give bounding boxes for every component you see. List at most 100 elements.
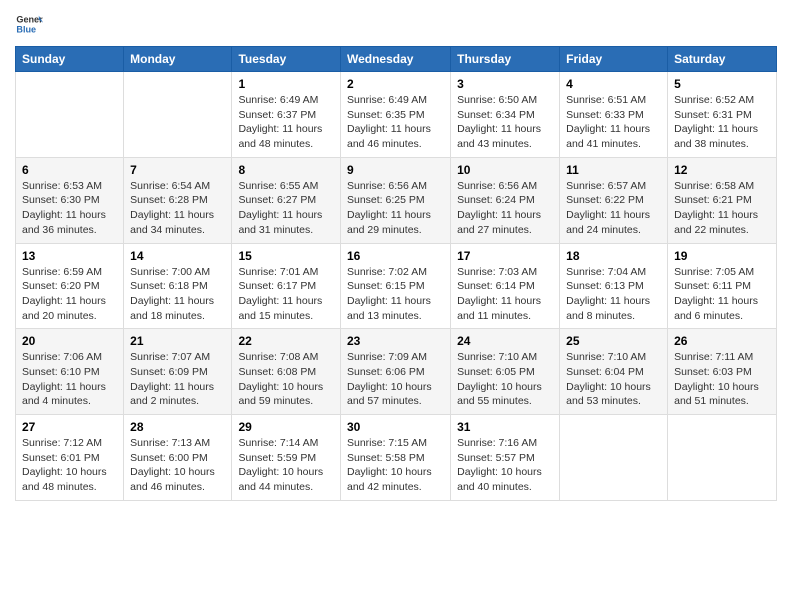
- calendar-cell: 5 Sunrise: 6:52 AM Sunset: 6:31 PM Daylig…: [668, 72, 777, 158]
- day-info: Sunrise: 7:10 AM Sunset: 6:05 PM Dayligh…: [457, 350, 553, 409]
- day-number: 15: [238, 249, 334, 263]
- column-header-sunday: Sunday: [16, 47, 124, 72]
- week-row-4: 20 Sunrise: 7:06 AM Sunset: 6:10 PM Dayli…: [16, 329, 777, 415]
- day-number: 17: [457, 249, 553, 263]
- day-info: Sunrise: 7:00 AM Sunset: 6:18 PM Dayligh…: [130, 265, 225, 324]
- day-number: 8: [238, 163, 334, 177]
- calendar-cell: 22Sunrise: 7:08 AM Sunset: 6:08 PM Dayli…: [232, 329, 341, 415]
- week-row-5: 27Sunrise: 7:12 AM Sunset: 6:01 PM Dayli…: [16, 415, 777, 501]
- day-info: Sunrise: 6:49 AM Sunset: 6:35 PM Dayligh…: [347, 93, 444, 152]
- day-info: Sunrise: 7:05 AM Sunset: 6:11 PM Dayligh…: [674, 265, 770, 324]
- day-info: Sunrise: 7:15 AM Sunset: 5:58 PM Dayligh…: [347, 436, 444, 495]
- day-number: 29: [238, 420, 334, 434]
- day-number: 16: [347, 249, 444, 263]
- day-info: Sunrise: 6:55 AM Sunset: 6:27 PM Dayligh…: [238, 179, 334, 238]
- day-info: Sunrise: 7:02 AM Sunset: 6:15 PM Dayligh…: [347, 265, 444, 324]
- day-info: Sunrise: 7:09 AM Sunset: 6:06 PM Dayligh…: [347, 350, 444, 409]
- calendar-cell: [560, 415, 668, 501]
- calendar-cell: 26 Sunrise: 7:11 AM Sunset: 6:03 PM Dayli…: [668, 329, 777, 415]
- day-number: 25: [566, 334, 661, 348]
- day-info: Sunrise: 6:57 AM Sunset: 6:22 PM Dayligh…: [566, 179, 661, 238]
- calendar-table: SundayMondayTuesdayWednesdayThursdayFrid…: [15, 46, 777, 501]
- day-info: Sunrise: 6:56 AM Sunset: 6:24 PM Dayligh…: [457, 179, 553, 238]
- day-info: Sunrise: 7:07 AM Sunset: 6:09 PM Dayligh…: [130, 350, 225, 409]
- day-info: Sunrise: 7:10 AM Sunset: 6:04 PM Dayligh…: [566, 350, 661, 409]
- day-number: 12: [674, 163, 770, 177]
- day-number: 23: [347, 334, 444, 348]
- day-number: 2: [347, 77, 444, 91]
- day-info: Sunrise: 7:12 AM Sunset: 6:01 PM Dayligh…: [22, 436, 117, 495]
- calendar-cell: 17 Sunrise: 7:03 AM Sunset: 6:14 PM Dayli…: [451, 243, 560, 329]
- calendar-cell: 15 Sunrise: 7:01 AM Sunset: 6:17 PM Dayli…: [232, 243, 341, 329]
- day-number: 14: [130, 249, 225, 263]
- logo-icon: General Blue: [15, 10, 43, 38]
- day-number: 13: [22, 249, 117, 263]
- calendar-cell: 31Sunrise: 7:16 AM Sunset: 5:57 PM Dayli…: [451, 415, 560, 501]
- day-number: 30: [347, 420, 444, 434]
- day-info: Sunrise: 7:08 AM Sunset: 6:08 PM Dayligh…: [238, 350, 334, 409]
- day-number: 28: [130, 420, 225, 434]
- column-header-friday: Friday: [560, 47, 668, 72]
- day-info: Sunrise: 6:58 AM Sunset: 6:21 PM Dayligh…: [674, 179, 770, 238]
- calendar-cell: 13Sunrise: 6:59 AM Sunset: 6:20 PM Dayli…: [16, 243, 124, 329]
- calendar-cell: 29 Sunrise: 7:14 AM Sunset: 5:59 PM Dayli…: [232, 415, 341, 501]
- day-info: Sunrise: 7:04 AM Sunset: 6:13 PM Dayligh…: [566, 265, 661, 324]
- day-info: Sunrise: 6:50 AM Sunset: 6:34 PM Dayligh…: [457, 93, 553, 152]
- day-number: 11: [566, 163, 661, 177]
- day-info: Sunrise: 6:56 AM Sunset: 6:25 PM Dayligh…: [347, 179, 444, 238]
- calendar-cell: 1Sunrise: 6:49 AM Sunset: 6:37 PM Daylig…: [232, 72, 341, 158]
- calendar-cell: 2 Sunrise: 6:49 AM Sunset: 6:35 PM Daylig…: [340, 72, 450, 158]
- calendar-cell: 6Sunrise: 6:53 AM Sunset: 6:30 PM Daylig…: [16, 157, 124, 243]
- week-row-3: 13Sunrise: 6:59 AM Sunset: 6:20 PM Dayli…: [16, 243, 777, 329]
- day-number: 21: [130, 334, 225, 348]
- day-number: 6: [22, 163, 117, 177]
- calendar-cell: 4Sunrise: 6:51 AM Sunset: 6:33 PM Daylig…: [560, 72, 668, 158]
- column-header-wednesday: Wednesday: [340, 47, 450, 72]
- logo: General Blue: [15, 10, 43, 38]
- day-info: Sunrise: 7:14 AM Sunset: 5:59 PM Dayligh…: [238, 436, 334, 495]
- column-header-saturday: Saturday: [668, 47, 777, 72]
- calendar-cell: 8 Sunrise: 6:55 AM Sunset: 6:27 PM Daylig…: [232, 157, 341, 243]
- calendar-cell: 9 Sunrise: 6:56 AM Sunset: 6:25 PM Daylig…: [340, 157, 450, 243]
- week-row-1: 1Sunrise: 6:49 AM Sunset: 6:37 PM Daylig…: [16, 72, 777, 158]
- day-info: Sunrise: 7:06 AM Sunset: 6:10 PM Dayligh…: [22, 350, 117, 409]
- calendar-cell: 19Sunrise: 7:05 AM Sunset: 6:11 PM Dayli…: [668, 243, 777, 329]
- day-number: 1: [238, 77, 334, 91]
- calendar-cell: 21 Sunrise: 7:07 AM Sunset: 6:09 PM Dayli…: [124, 329, 232, 415]
- calendar-cell: 24 Sunrise: 7:10 AM Sunset: 6:05 PM Dayli…: [451, 329, 560, 415]
- day-number: 18: [566, 249, 661, 263]
- calendar-cell: [16, 72, 124, 158]
- day-number: 7: [130, 163, 225, 177]
- calendar-cell: 3 Sunrise: 6:50 AM Sunset: 6:34 PM Daylig…: [451, 72, 560, 158]
- calendar-cell: 20 Sunrise: 7:06 AM Sunset: 6:10 PM Dayli…: [16, 329, 124, 415]
- svg-text:Blue: Blue: [16, 24, 36, 34]
- day-info: Sunrise: 6:52 AM Sunset: 6:31 PM Dayligh…: [674, 93, 770, 152]
- column-header-tuesday: Tuesday: [232, 47, 341, 72]
- day-number: 3: [457, 77, 553, 91]
- column-header-thursday: Thursday: [451, 47, 560, 72]
- day-info: Sunrise: 7:13 AM Sunset: 6:00 PM Dayligh…: [130, 436, 225, 495]
- calendar-cell: 25 Sunrise: 7:10 AM Sunset: 6:04 PM Dayli…: [560, 329, 668, 415]
- calendar-cell: 23 Sunrise: 7:09 AM Sunset: 6:06 PM Dayli…: [340, 329, 450, 415]
- day-number: 24: [457, 334, 553, 348]
- day-info: Sunrise: 7:11 AM Sunset: 6:03 PM Dayligh…: [674, 350, 770, 409]
- page-header: General Blue: [15, 10, 777, 38]
- day-number: 5: [674, 77, 770, 91]
- day-number: 9: [347, 163, 444, 177]
- day-number: 20: [22, 334, 117, 348]
- day-info: Sunrise: 7:03 AM Sunset: 6:14 PM Dayligh…: [457, 265, 553, 324]
- day-number: 26: [674, 334, 770, 348]
- day-number: 10: [457, 163, 553, 177]
- calendar-cell: 10 Sunrise: 6:56 AM Sunset: 6:24 PM Dayli…: [451, 157, 560, 243]
- day-info: Sunrise: 7:01 AM Sunset: 6:17 PM Dayligh…: [238, 265, 334, 324]
- calendar-cell: 14 Sunrise: 7:00 AM Sunset: 6:18 PM Dayli…: [124, 243, 232, 329]
- day-info: Sunrise: 6:51 AM Sunset: 6:33 PM Dayligh…: [566, 93, 661, 152]
- day-info: Sunrise: 6:54 AM Sunset: 6:28 PM Dayligh…: [130, 179, 225, 238]
- calendar-cell: 30 Sunrise: 7:15 AM Sunset: 5:58 PM Dayli…: [340, 415, 450, 501]
- calendar-cell: 12 Sunrise: 6:58 AM Sunset: 6:21 PM Dayli…: [668, 157, 777, 243]
- calendar-cell: 28 Sunrise: 7:13 AM Sunset: 6:00 PM Dayli…: [124, 415, 232, 501]
- calendar-cell: [124, 72, 232, 158]
- week-row-2: 6Sunrise: 6:53 AM Sunset: 6:30 PM Daylig…: [16, 157, 777, 243]
- day-info: Sunrise: 7:16 AM Sunset: 5:57 PM Dayligh…: [457, 436, 553, 495]
- calendar-cell: 18 Sunrise: 7:04 AM Sunset: 6:13 PM Dayli…: [560, 243, 668, 329]
